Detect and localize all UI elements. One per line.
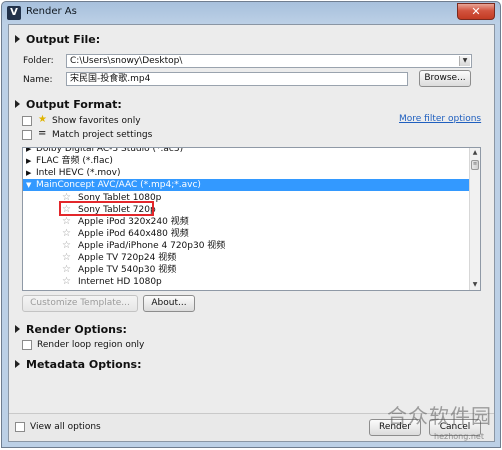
scroll-thumb[interactable]: ≡ bbox=[471, 160, 479, 170]
output-file-header[interactable]: Output File: bbox=[15, 33, 100, 46]
star-outline-icon[interactable]: ☆ bbox=[62, 276, 71, 288]
vegas-app-icon: V bbox=[7, 6, 21, 20]
scroll-up-icon[interactable]: ▲ bbox=[470, 148, 480, 158]
format-label: MainConcept AVC/AAC (*.mp4;*.avc) bbox=[36, 180, 201, 190]
browse-button[interactable]: Browse... bbox=[419, 70, 471, 87]
triangle-right-icon bbox=[15, 35, 20, 43]
format-row[interactable]: ▶ FLAC 音频 (*.flac) bbox=[23, 155, 470, 167]
match-project-label: Match project settings bbox=[52, 130, 153, 140]
triangle-right-icon[interactable]: ▶ bbox=[26, 167, 31, 179]
template-row[interactable]: ☆ Apple TV 540p30 视频 bbox=[23, 264, 470, 276]
title-bar[interactable]: V Render As ✕ bbox=[2, 2, 500, 24]
format-label: Intel HEVC (*.mov) bbox=[36, 168, 121, 178]
star-outline-icon[interactable]: ☆ bbox=[62, 264, 71, 276]
view-all-options-checkbox[interactable] bbox=[15, 422, 25, 432]
window-title: Render As bbox=[26, 6, 77, 17]
name-value: 宋民国-投食歌.mp4 bbox=[70, 74, 151, 84]
loop-region-label: Render loop region only bbox=[37, 340, 145, 350]
show-favorites-checkbox[interactable] bbox=[22, 116, 32, 126]
template-row[interactable]: ☆ Apple iPod 640x480 视频 bbox=[23, 228, 470, 240]
show-favorites-label: Show favorites only bbox=[52, 116, 141, 126]
match-project-checkbox[interactable] bbox=[22, 130, 32, 140]
render-as-window: V Render As ✕ Output File: Folder: C:\Us… bbox=[1, 1, 501, 448]
format-row[interactable]: ▶ Dolby Digital AC-3 Studio (*.ac3) bbox=[23, 147, 470, 155]
render-options-header[interactable]: Render Options: bbox=[15, 323, 127, 336]
triangle-right-icon bbox=[15, 360, 20, 368]
format-tree[interactable]: ▶ Dolby Digital AC-3 Studio (*.ac3) ▶ FL… bbox=[22, 147, 481, 291]
scroll-down-icon[interactable]: ▼ bbox=[470, 280, 480, 290]
template-label: Internet HD 1080p bbox=[78, 277, 162, 287]
template-row[interactable]: ☆ Apple TV 720p24 视频 bbox=[23, 252, 470, 264]
triangle-right-icon[interactable]: ▶ bbox=[26, 155, 31, 167]
format-label: FLAC 音频 (*.flac) bbox=[36, 156, 113, 166]
template-label: Apple TV 720p24 视频 bbox=[78, 253, 177, 263]
star-outline-icon[interactable]: ☆ bbox=[62, 252, 71, 264]
highlight-annotation-box bbox=[59, 201, 154, 216]
star-outline-icon[interactable]: ☆ bbox=[62, 228, 71, 240]
star-outline-icon[interactable]: ☆ bbox=[62, 216, 71, 228]
dialog-body: Output File: Folder: C:\Users\snowy\Desk… bbox=[8, 24, 495, 442]
close-button[interactable]: ✕ bbox=[457, 3, 495, 20]
template-row[interactable]: ☆ Internet HD 1080p bbox=[23, 276, 470, 288]
triangle-right-icon bbox=[15, 325, 20, 333]
triangle-right-icon bbox=[15, 100, 20, 108]
template-label: Apple iPod 320x240 视频 bbox=[78, 217, 189, 227]
format-row[interactable]: ▶ Intel HEVC (*.mov) bbox=[23, 167, 470, 179]
folder-label: Folder: bbox=[23, 56, 54, 66]
folder-dropdown[interactable]: C:\Users\snowy\Desktop\ ▼ bbox=[66, 54, 472, 68]
triangle-right-icon[interactable]: ▶ bbox=[26, 148, 31, 155]
equals-icon: = bbox=[38, 128, 47, 139]
vertical-scrollbar[interactable]: ▲ ≡ ▼ bbox=[469, 148, 480, 290]
loop-region-checkbox[interactable] bbox=[22, 340, 32, 350]
view-all-options-label: View all options bbox=[30, 422, 101, 432]
star-icon: ★ bbox=[38, 114, 47, 125]
format-label: Dolby Digital AC-3 Studio (*.ac3) bbox=[36, 147, 184, 154]
more-filter-options-link[interactable]: More filter options bbox=[399, 114, 481, 124]
chevron-down-icon[interactable]: ▼ bbox=[459, 56, 470, 66]
metadata-options-header[interactable]: Metadata Options: bbox=[15, 358, 141, 371]
metadata-options-heading: Metadata Options: bbox=[26, 358, 142, 371]
triangle-down-icon[interactable]: ▼ bbox=[26, 179, 31, 191]
format-row-selected[interactable]: ▼ MainConcept AVC/AAC (*.mp4;*.avc) bbox=[23, 179, 470, 191]
name-input[interactable]: 宋民国-投食歌.mp4 bbox=[66, 72, 408, 86]
template-label: Apple iPod 640x480 视频 bbox=[78, 229, 189, 239]
template-label: Apple TV 540p30 视频 bbox=[78, 265, 177, 275]
template-label: Apple iPad/iPhone 4 720p30 视频 bbox=[78, 241, 226, 251]
name-label: Name: bbox=[23, 75, 53, 85]
watermark-text: 合众软件园 bbox=[387, 404, 492, 428]
folder-value: C:\Users\snowy\Desktop\ bbox=[70, 56, 183, 66]
output-file-heading: Output File: bbox=[26, 33, 101, 46]
output-format-header[interactable]: Output Format: bbox=[15, 98, 122, 111]
template-row[interactable]: ☆ Apple iPod 320x240 视频 bbox=[23, 216, 470, 228]
template-row[interactable]: ☆ Apple iPad/iPhone 4 720p30 视频 bbox=[23, 240, 470, 252]
star-outline-icon[interactable]: ☆ bbox=[62, 240, 71, 252]
watermark-url: hezhong.net bbox=[434, 432, 484, 441]
about-button[interactable]: About... bbox=[143, 295, 195, 312]
output-format-heading: Output Format: bbox=[26, 98, 122, 111]
render-options-heading: Render Options: bbox=[26, 323, 127, 336]
customize-template-button[interactable]: Customize Template... bbox=[22, 295, 138, 312]
